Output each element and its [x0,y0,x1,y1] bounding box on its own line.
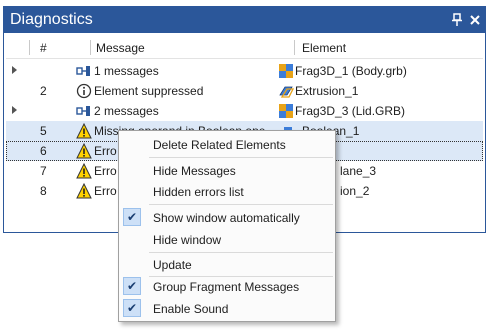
extrusion-icon [278,83,295,99]
menu-item-group-fragment-messages[interactable]: ✔ Group Fragment Messages [121,276,333,297]
message-text: Erro [94,144,117,158]
pin-icon[interactable] [449,11,465,29]
column-header-element[interactable]: Element [302,41,346,55]
table-row[interactable]: 1 messages Frag3D_1 (Body.grb) [6,61,483,81]
element-text: ion_2 [340,184,370,198]
checkmark-icon: ✔ [123,208,141,226]
expand-arrow-icon[interactable] [12,106,17,114]
message-text: 1 messages [94,64,159,78]
message-group-icon [76,103,92,119]
menu-item-update[interactable]: Update [121,254,333,275]
element-text: Frag3D_1 (Body.grb) [295,64,407,78]
menu-separator [149,252,333,253]
message-text: 2 messages [94,104,159,118]
checkmark-icon: ✔ [123,299,141,317]
row-number: 2 [40,84,47,98]
menu-item-hidden-errors-list[interactable]: Hidden errors list [121,181,333,202]
warning-icon [76,122,92,139]
fragment-3d-icon [278,63,294,79]
warning-icon [76,162,92,179]
menu-item-label: Hide window [153,233,222,247]
message-text: Element suppressed [94,84,204,98]
menu-separator [149,157,333,158]
title-bar[interactable]: Diagnostics [4,7,485,33]
menu-item-label: Group Fragment Messages [153,280,300,294]
row-number: 7 [40,164,47,178]
message-text: Erro [94,164,117,178]
menu-separator [149,204,333,205]
table-row[interactable]: 2 Element suppressed Extrusion_1 [6,81,483,101]
menu-item-show-window-automatically[interactable]: ✔ Show window automatically [121,207,333,228]
grid-header: # Message Element [6,37,483,59]
column-header-number[interactable]: # [40,41,47,55]
column-separator[interactable] [29,40,30,55]
element-text: Extrusion_1 [295,84,359,98]
fragment-3d-icon [278,103,294,119]
window-title: Diagnostics [10,11,93,28]
column-separator[interactable] [294,40,295,55]
menu-item-label: Delete Related Elements [153,138,286,152]
column-header-message[interactable]: Message [96,41,145,55]
context-menu: Delete Related Elements Hide Messages Hi… [118,130,336,322]
warning-icon [76,182,92,199]
menu-item-enable-sound[interactable]: ✔ Enable Sound [121,298,333,319]
message-text: Erro [94,184,117,198]
menu-item-label: Enable Sound [153,302,229,316]
column-separator[interactable] [90,40,91,55]
warning-icon [76,142,92,159]
menu-item-label: Hidden errors list [153,185,244,199]
table-row[interactable]: 2 messages Frag3D_3 (Lid.GRB) [6,101,483,121]
element-text: Frag3D_3 (Lid.GRB) [295,104,406,118]
checkmark-icon: ✔ [123,277,141,295]
row-number: 5 [40,124,47,138]
menu-item-hide-window[interactable]: Hide window [121,229,333,250]
message-group-icon [76,63,92,79]
close-icon[interactable] [467,11,483,29]
menu-item-label: Update [153,258,192,272]
menu-item-hide-messages[interactable]: Hide Messages [121,160,333,181]
row-number: 6 [40,144,47,158]
element-text: lane_3 [340,164,377,178]
menu-item-label: Hide Messages [153,164,236,178]
info-icon [76,83,92,99]
row-number: 8 [40,184,47,198]
expand-arrow-icon[interactable] [12,66,17,74]
menu-item-label: Show window automatically [153,211,300,225]
menu-item-delete-related-elements[interactable]: Delete Related Elements [121,134,333,155]
